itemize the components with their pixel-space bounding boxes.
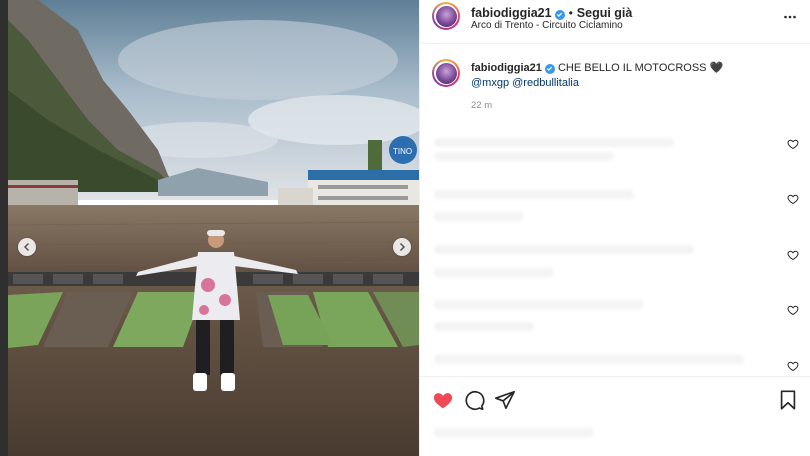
comment-like-heart-icon[interactable]	[787, 304, 799, 316]
blurred-comment	[434, 190, 634, 199]
post-photo[interactable]: TINO	[8, 0, 419, 456]
blurred-comment	[434, 245, 694, 254]
comment-icon[interactable]	[463, 389, 485, 411]
mention-redbullitalia[interactable]: @redbullitalia	[512, 77, 579, 89]
heart-filled-icon[interactable]	[432, 389, 454, 411]
blurred-comment	[434, 300, 644, 309]
bookmark-icon[interactable]	[777, 389, 799, 411]
comment-like-heart-icon[interactable]	[787, 249, 799, 261]
blurred-comment	[434, 322, 534, 331]
blurred-comment	[434, 268, 554, 277]
caption-username[interactable]: fabiodiggia21	[471, 62, 542, 74]
comment-like-heart-icon[interactable]	[787, 360, 799, 372]
post-details-panel: fabiodiggia21 • Segui già Arco di Trento -…	[419, 0, 810, 456]
post-time: 22 m	[471, 100, 493, 111]
avatar[interactable]	[432, 2, 460, 30]
more-options-button[interactable]	[783, 10, 797, 24]
caption-text: CHE BELLO IL MOTOCROSS	[557, 62, 707, 74]
location-link[interactable]: Arco di Trento - Circuito Ciclamino	[471, 20, 623, 31]
window-edge	[0, 0, 8, 456]
avatar-image	[435, 5, 457, 27]
black-heart-emoji: 🖤	[709, 62, 724, 74]
photo-illustration: TINO	[8, 0, 419, 456]
post-header: fabiodiggia21 • Segui già Arco di Trento -…	[420, 0, 810, 44]
send-icon[interactable]	[494, 389, 516, 411]
post-caption: fabiodiggia21 CHE BELLO IL MOTOCROSS 🖤 @…	[471, 61, 791, 91]
mention-mxgp[interactable]: @mxgp	[471, 77, 509, 89]
verified-badge-icon	[544, 63, 555, 74]
comment-like-heart-icon[interactable]	[787, 138, 799, 150]
avatar-image	[435, 62, 457, 84]
instagram-post-window: TINO fabiodiggia21 • Segui già Arco di T…	[0, 0, 810, 456]
verified-badge-icon	[554, 9, 565, 20]
caption-avatar[interactable]	[432, 59, 460, 87]
action-bar	[420, 376, 810, 423]
header-separator: •	[568, 6, 573, 20]
banner-text: TINO	[393, 147, 412, 156]
more-options-icon	[784, 15, 796, 19]
follow-button[interactable]: Segui già	[577, 6, 633, 20]
blurred-comment	[434, 355, 744, 364]
chevron-right-icon	[399, 242, 406, 252]
blurred-likes-line	[434, 428, 594, 437]
next-photo-button[interactable]	[393, 238, 411, 256]
blurred-comment	[434, 212, 524, 221]
blurred-comment	[434, 152, 614, 161]
prev-photo-button[interactable]	[18, 238, 36, 256]
header-username[interactable]: fabiodiggia21	[471, 6, 552, 20]
chevron-left-icon	[23, 242, 30, 252]
comment-like-heart-icon[interactable]	[787, 193, 799, 205]
blurred-comment	[434, 138, 674, 147]
